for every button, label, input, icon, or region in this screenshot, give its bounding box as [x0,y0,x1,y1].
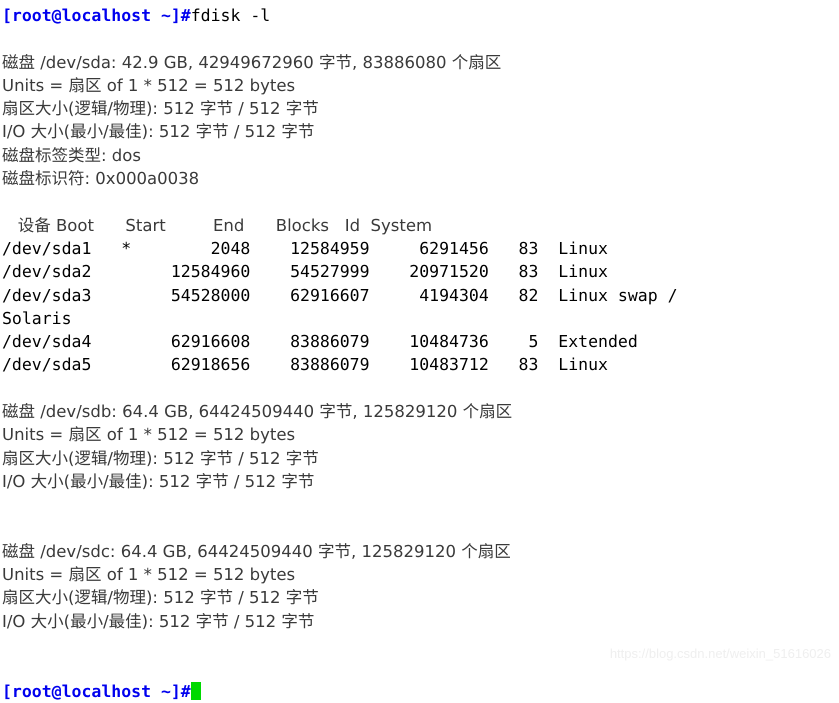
text-cursor [190,681,201,700]
disk-sdb-io-size: I/O 大小(最小/最佳): 512 字节 / 512 字节 [2,471,315,491]
disk-sdb-sector-size: 扇区大小(逻辑/物理): 512 字节 / 512 字节 [2,448,319,468]
disk-sda-io-size: I/O 大小(最小/最佳): 512 字节 / 512 字节 [2,122,315,142]
table-row-continuation: Solaris [2,308,72,328]
disk-sdb-summary: 磁盘 /dev/sdb: 64.4 GB, 64424509440 字节, 12… [2,402,513,422]
disk-sdc-summary: 磁盘 /dev/sdc: 64.4 GB, 64424509440 字节, 12… [2,541,511,561]
table-row: /dev/sda3 54528000 62916607 4194304 82 L… [2,285,678,305]
command-line: [root@localhost ~]#fdisk -l [2,4,839,27]
disk-sda-summary: 磁盘 /dev/sda: 42.9 GB, 42949672960 字节, 83… [2,52,502,72]
watermark: https://blog.csdn.net/weixin_51616026 [609,646,831,661]
disk-sda-sector-size: 扇区大小(逻辑/物理): 512 字节 / 512 字节 [2,99,319,119]
disk-sda-units: Units = 扇区 of 1 * 512 = 512 bytes [2,75,296,95]
disk-sda-identifier: 磁盘标识符: 0x000a0038 [2,169,200,189]
table-row: /dev/sda2 12584960 54527999 20971520 83 … [2,262,608,282]
partition-table-header: 设备 Boot Start End Blocks Id System [2,215,433,235]
prompt-line[interactable]: [root@localhost ~]# [2,680,839,703]
disk-sdc-io-size: I/O 大小(最小/最佳): 512 字节 / 512 字节 [2,611,315,631]
table-row: /dev/sda5 62918656 83886079 10483712 83 … [2,355,608,375]
table-row: /dev/sda1 * 2048 12584959 6291456 83 Lin… [2,238,608,258]
shell-prompt: [root@localhost ~]# [2,6,191,25]
disk-sdc-sector-size: 扇区大小(逻辑/物理): 512 字节 / 512 字节 [2,588,319,608]
shell-prompt: [root@localhost ~]# [2,681,191,701]
disk-sdc-units: Units = 扇区 of 1 * 512 = 512 bytes [2,565,296,585]
table-row: /dev/sda4 62916608 83886079 10484736 5 E… [2,332,638,352]
disk-sdb-units: Units = 扇区 of 1 * 512 = 512 bytes [2,425,296,445]
terminal-window[interactable]: [root@localhost ~]#fdisk -l 磁盘 /dev/sda:… [0,0,839,701]
disk-sda-label-type: 磁盘标签类型: dos [2,145,141,165]
command-text: fdisk -l [190,6,271,25]
